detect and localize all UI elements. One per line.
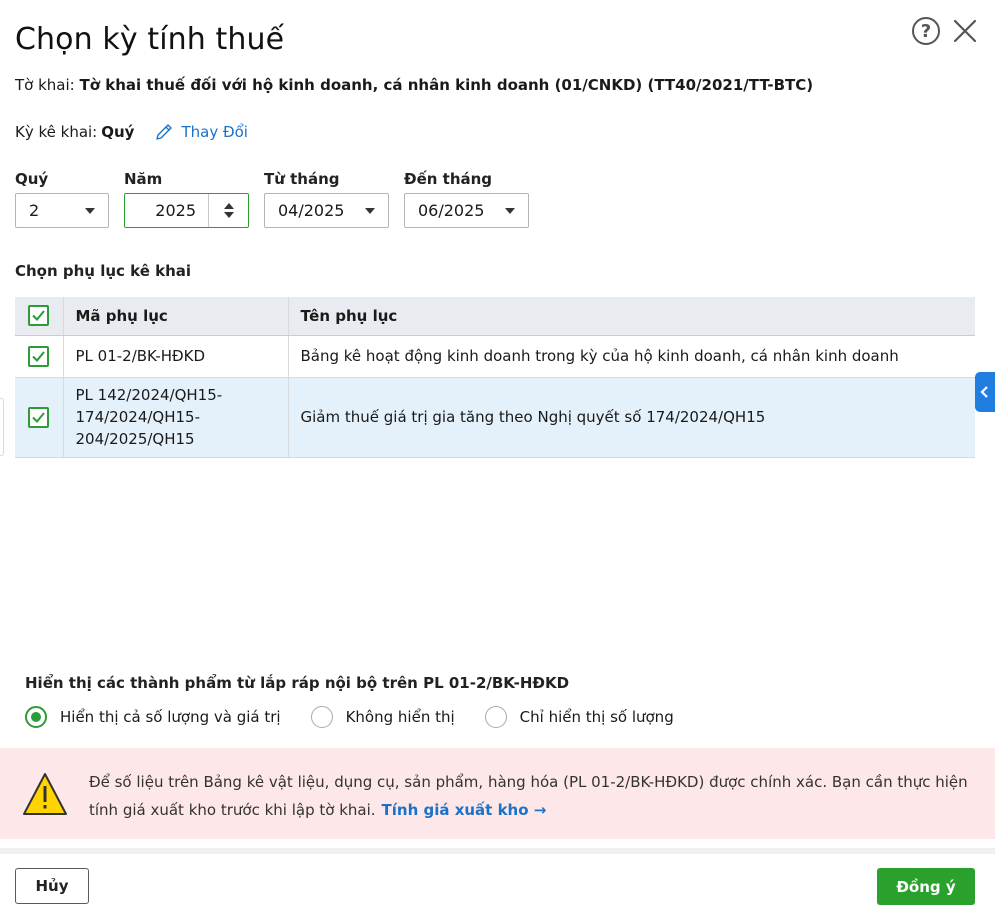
table-header-row: Mã phụ lục Tên phụ lục bbox=[15, 297, 975, 336]
chevron-down-icon bbox=[365, 208, 375, 214]
pencil-icon bbox=[156, 124, 173, 140]
period-type-value: Quý bbox=[101, 123, 135, 141]
arrow-down-icon[interactable] bbox=[223, 212, 234, 218]
appendix-table: Mã phụ lục Tên phụ lục PL 01-2/BK-HĐKD B… bbox=[15, 297, 975, 458]
quarter-value: 2 bbox=[29, 201, 40, 220]
row-code-line: 174/2024/QH15- bbox=[75, 408, 201, 426]
warning-message: Để số liệu trên Bảng kê vật liệu, dụng c… bbox=[89, 768, 979, 824]
radio-option-quantity[interactable]: Chỉ hiển thị số lượng bbox=[484, 706, 674, 728]
year-input[interactable] bbox=[125, 194, 208, 227]
quarter-select[interactable]: 2 bbox=[15, 193, 109, 228]
row-code: PL 142/2024/QH15- 174/2024/QH15- 204/202… bbox=[62, 377, 288, 458]
period-type-label: Kỳ kê khai: bbox=[15, 123, 98, 141]
declaration-label: Tờ khai: bbox=[15, 76, 75, 94]
cancel-button[interactable]: Hủy bbox=[15, 868, 89, 904]
confirm-button[interactable]: Đồng ý bbox=[877, 868, 975, 905]
to-month-field: Đến tháng 06/2025 bbox=[404, 170, 529, 228]
chevron-down-icon bbox=[85, 208, 95, 214]
warning-banner: Để số liệu trên Bảng kê vật liệu, dụng c… bbox=[0, 748, 995, 839]
row-code-line: PL 142/2024/QH15- bbox=[75, 386, 223, 404]
row-name: Giảm thuế giá trị gia tăng theo Nghị quy… bbox=[287, 377, 975, 458]
display-option-group: Hiển thị cả số lượng và giá trị Không hi… bbox=[25, 706, 704, 728]
year-field: Năm bbox=[124, 170, 249, 228]
help-icon[interactable]: ? bbox=[912, 17, 940, 45]
declaration-info: Tờ khai: Tờ khai thuế đối với hộ kinh do… bbox=[15, 76, 813, 94]
row-code: PL 01-2/BK-HĐKD bbox=[62, 335, 288, 378]
check-icon bbox=[32, 350, 45, 362]
radio-label: Không hiển thị bbox=[345, 708, 455, 726]
from-month-value: 04/2025 bbox=[278, 201, 345, 220]
radio-label: Hiển thị cả số lượng và giá trị bbox=[60, 708, 281, 726]
year-stepper bbox=[124, 193, 249, 228]
quarter-label: Quý bbox=[15, 170, 49, 188]
table-row[interactable]: PL 01-2/BK-HĐKD Bảng kê hoạt động kinh d… bbox=[15, 335, 975, 378]
check-icon bbox=[32, 310, 45, 322]
calculate-cost-link[interactable]: Tính giá xuất kho → bbox=[382, 801, 547, 819]
change-period-label: Thay Đổi bbox=[181, 123, 248, 141]
radio-empty-icon[interactable] bbox=[310, 706, 333, 728]
declaration-value: Tờ khai thuế đối với hộ kinh doanh, cá n… bbox=[79, 76, 814, 94]
quarter-field: Quý 2 bbox=[15, 170, 109, 228]
column-header-code: Mã phụ lục bbox=[62, 297, 288, 336]
to-month-value: 06/2025 bbox=[418, 201, 485, 220]
column-header-name: Tên phụ lục bbox=[287, 297, 975, 336]
row-checkbox-cell bbox=[15, 335, 63, 378]
dialog-title: Chọn kỳ tính thuế bbox=[15, 22, 285, 57]
close-icon[interactable] bbox=[950, 16, 980, 46]
year-label: Năm bbox=[124, 170, 163, 188]
from-month-select[interactable]: 04/2025 bbox=[264, 193, 389, 228]
from-month-field: Từ tháng 04/2025 bbox=[264, 170, 389, 228]
row-name: Bảng kê hoạt động kinh doanh trong kỳ củ… bbox=[287, 335, 975, 378]
radio-option-hide[interactable]: Không hiển thị bbox=[310, 706, 455, 728]
select-all-cell bbox=[15, 297, 63, 336]
radio-empty-icon[interactable] bbox=[484, 706, 507, 728]
select-all-checkbox[interactable] bbox=[28, 305, 49, 327]
row-checkbox[interactable] bbox=[28, 406, 49, 428]
radio-option-both[interactable]: Hiển thị cả số lượng và giá trị bbox=[25, 706, 281, 728]
period-type-row: Kỳ kê khai: Quý Thay Đổi bbox=[15, 122, 248, 142]
check-icon bbox=[32, 411, 45, 423]
display-option-title: Hiển thị các thành phẩm từ lắp ráp nội b… bbox=[25, 674, 570, 692]
row-checkbox-cell bbox=[15, 377, 63, 458]
change-period-link[interactable]: Thay Đổi bbox=[154, 122, 248, 142]
panel-edge bbox=[0, 398, 4, 456]
arrow-up-icon[interactable] bbox=[223, 203, 234, 209]
chevron-down-icon bbox=[505, 208, 515, 214]
row-checkbox[interactable] bbox=[28, 345, 49, 367]
radio-selected-icon[interactable] bbox=[25, 706, 47, 728]
table-row[interactable]: PL 142/2024/QH15- 174/2024/QH15- 204/202… bbox=[15, 377, 975, 458]
chevron-left-icon bbox=[980, 386, 988, 398]
footer-divider bbox=[0, 848, 995, 854]
row-code-line: 204/2025/QH15 bbox=[75, 430, 195, 448]
to-month-label: Đến tháng bbox=[404, 170, 493, 188]
from-month-label: Từ tháng bbox=[264, 170, 340, 188]
appendix-section-title: Chọn phụ lục kê khai bbox=[15, 262, 192, 280]
warning-icon bbox=[23, 773, 67, 815]
radio-label: Chỉ hiển thị số lượng bbox=[519, 708, 674, 726]
side-panel-toggle[interactable] bbox=[975, 372, 995, 412]
to-month-select[interactable]: 06/2025 bbox=[404, 193, 529, 228]
year-spin-buttons bbox=[208, 194, 248, 227]
